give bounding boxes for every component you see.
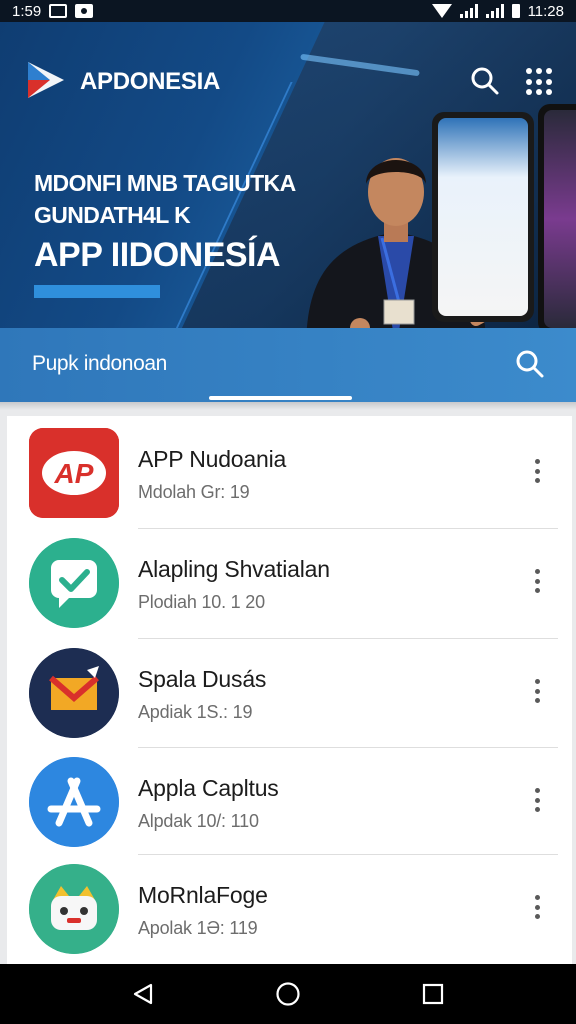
app-subtitle: Apdiak 1S.: 19 [138,702,253,722]
app-subtitle: Mdolah Gr: 19 [138,482,250,502]
battery-icon [511,4,520,18]
status-time-left: 1:59 [12,2,42,20]
svg-text:AP: AP [54,458,94,489]
list-item[interactable]: Alapling Shvatialan Plodiah 10. 1 20 [7,526,572,634]
app-title: APP Nudoania [138,446,287,472]
search-tab-label[interactable]: Pupk indonoan [32,352,167,376]
apps-grid-icon[interactable] [526,68,554,96]
status-right: 11:28 [431,2,564,20]
app-subtitle: Plodiah 10. 1 20 [138,592,265,612]
app-title: Appla Capltus [138,775,279,801]
list-item[interactable]: Spala Dusás Apdiak 1S.: 19 [7,636,572,744]
more-vert-icon[interactable] [529,456,545,486]
signal-icon [459,4,478,18]
mail-envelope-icon [29,648,119,738]
status-time-right: 11:28 [527,2,564,20]
app-title: APDONESIA [80,68,220,95]
app-subtitle: Apolak 1Ә: 119 [138,918,258,938]
recents-icon[interactable] [413,974,453,1014]
tab-indicator [209,396,352,400]
phone-mockup [432,112,534,322]
app-logo-icon: AP [29,428,119,518]
hero-headline-line1: MDONFI MNB TAGIUTKA [34,170,296,196]
phone-mockup-2 [538,104,576,328]
search-icon[interactable] [514,348,546,380]
cat-mascot-icon [29,864,119,954]
more-vert-icon[interactable] [529,892,545,922]
wifi-icon [431,4,452,18]
screen: 1:59 11:28 APDONESIA MDONFI MNB TAGIUTKA… [0,0,576,1024]
app-title: MoRnlaFoge [138,882,268,908]
status-bar: 1:59 11:28 [0,0,576,22]
status-left: 1:59 [12,2,94,20]
checkmark-chat-icon [29,538,119,628]
hero-banner[interactable]: APDONESIA MDONFI MNB TAGIUTKA GUNDATH4L … [0,22,576,328]
camera-icon [75,4,94,18]
tab-shadow [0,402,576,410]
navigation-bar [0,964,576,1024]
more-vert-icon[interactable] [529,785,545,815]
app-title: Spala Dusás [138,666,267,692]
list-item[interactable]: Appla Capltus Alpdak 10/: 110 [7,745,572,853]
app-subtitle: Alpdak 10/: 110 [138,811,259,831]
app-logo-icon [28,62,64,98]
signal-icon-2 [485,4,504,18]
app-list: AP APP Nudoania Mdolah Gr: 19 Alapling S… [7,416,572,964]
more-vert-icon[interactable] [529,676,545,706]
hero-accent-bar [34,285,160,298]
app-title: Alapling Shvatialan [138,556,330,582]
home-icon[interactable] [268,974,308,1014]
hero-headline-line3: APP IIDONESÍA [34,236,281,274]
list-item[interactable]: AP APP Nudoania Mdolah Gr: 19 [7,416,572,524]
back-icon[interactable] [123,974,163,1014]
search-tab-bar[interactable]: Pupk indonoan [0,328,576,402]
search-icon[interactable] [470,66,500,96]
more-vert-icon[interactable] [529,566,545,596]
app-store-a-icon [29,757,119,847]
screenshot-icon [49,4,68,18]
list-item[interactable]: MoRnlaFoge Apolak 1Ә: 119 [7,852,572,960]
hero-headline-line2: GUNDATH4L K [34,202,191,228]
